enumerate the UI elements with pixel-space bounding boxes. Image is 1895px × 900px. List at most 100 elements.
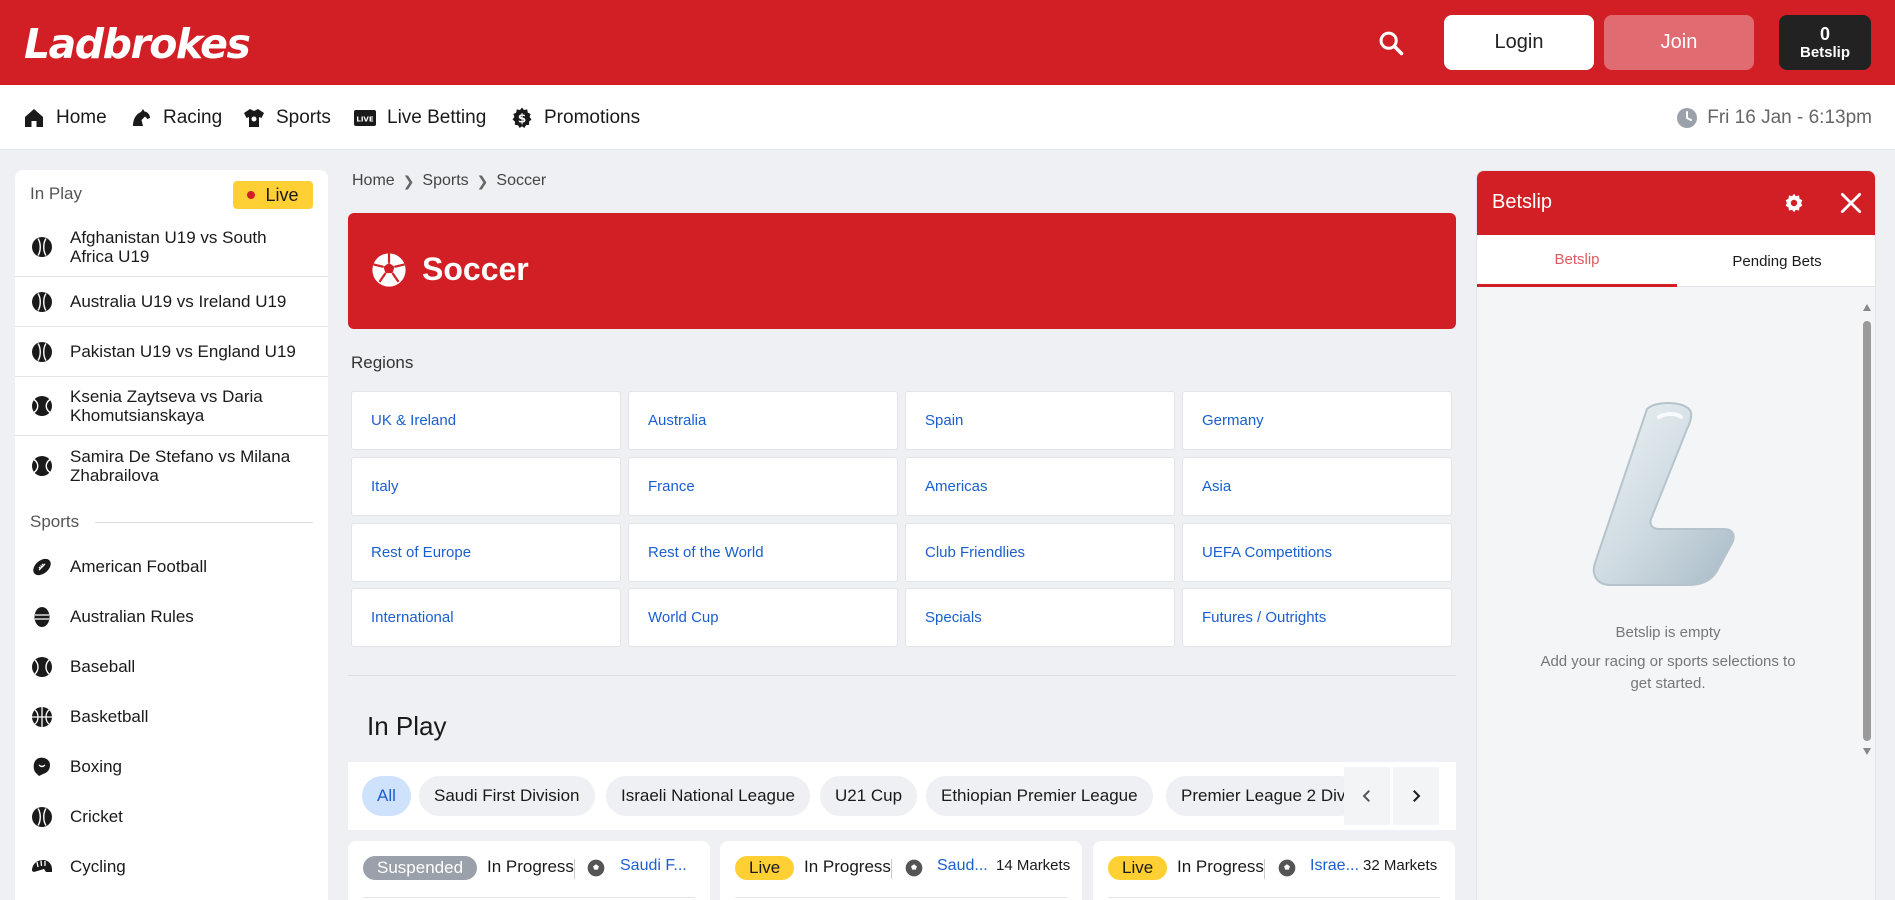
region-link[interactable]: UK & Ireland (351, 391, 621, 450)
sport-item[interactable]: Baseball (15, 642, 328, 692)
breadcrumb: Home ❯ Sports ❯ Soccer (352, 172, 546, 190)
live-tv-icon: LIVE (354, 109, 376, 126)
baseball-icon (32, 657, 52, 677)
region-link[interactable]: France (628, 457, 898, 516)
region-link[interactable]: Americas (905, 457, 1175, 516)
betslip-header: Betslip (1477, 171, 1875, 235)
nav-racing[interactable]: Racing (129, 85, 222, 150)
soccer-ball-icon (587, 859, 605, 877)
soccer-ball-icon (1278, 859, 1296, 877)
league-link[interactable]: Israe... (1310, 857, 1359, 875)
separator (891, 859, 892, 879)
match-card[interactable]: Live In Progress Israe... 32 Markets (1093, 841, 1455, 900)
region-link[interactable]: Italy (351, 457, 621, 516)
breadcrumb-soccer: Soccer (496, 172, 547, 189)
scroll-right-button[interactable] (1393, 767, 1439, 825)
inplay-event[interactable]: Afghanistan U19 vs South Africa U19 (15, 218, 328, 277)
league-chip[interactable]: Ethiopian Premier League (926, 776, 1153, 816)
cricket-ball-icon (32, 807, 52, 827)
league-chip[interactable]: Saudi First Division (419, 776, 595, 816)
boxing-glove-icon (33, 757, 50, 776)
gear-icon[interactable] (1783, 192, 1805, 214)
region-link[interactable]: International (351, 588, 621, 647)
region-link[interactable]: Germany (1182, 391, 1452, 450)
home-icon (25, 108, 43, 127)
search-icon[interactable] (1377, 29, 1405, 57)
league-link[interactable]: Saudi F... (620, 857, 687, 875)
card-divider (363, 897, 695, 898)
nav-live-betting-label: Live Betting (387, 106, 487, 128)
match-card[interactable]: Suspended In Progress Saudi F... (348, 841, 710, 900)
tennis-ball-icon (32, 455, 52, 476)
inplay-section-title: In Play (367, 711, 447, 741)
league-link[interactable]: Saud... (937, 857, 988, 875)
region-link[interactable]: Specials (905, 588, 1175, 647)
inplay-event[interactable]: Ksenia Zaytseva vs Daria Khomutsianskaya (15, 377, 328, 436)
tennis-ball-icon (32, 396, 52, 416)
betslip-scrollbar[interactable] (1861, 301, 1873, 771)
scroll-up-icon[interactable] (1862, 303, 1872, 313)
match-card[interactable]: Live In Progress Saud... 14 Markets (720, 841, 1082, 900)
chip-all[interactable]: All (362, 776, 411, 816)
nav-promotions-label: Promotions (544, 106, 641, 128)
region-link[interactable]: Futures / Outrights (1182, 588, 1452, 647)
sport-item[interactable]: Basketball (15, 692, 328, 742)
left-sidebar: In Play Live Afghanistan U19 vs South Af… (15, 170, 328, 900)
nav-sports-label: Sports (276, 106, 331, 128)
login-button[interactable]: Login (1444, 15, 1594, 70)
region-link[interactable]: Rest of the World (628, 523, 898, 582)
league-chip[interactable]: U21 Cup (820, 776, 918, 816)
breadcrumb-home[interactable]: Home (352, 172, 395, 190)
inplay-event[interactable]: Australia U19 vs Ireland U19 (15, 277, 328, 327)
live-badge-label: Live (265, 184, 299, 205)
live-badge[interactable]: Live (233, 181, 313, 209)
sport-item[interactable]: Boxing (15, 742, 328, 792)
cricket-ball-icon (32, 341, 52, 362)
page-title: Soccer (422, 251, 529, 287)
tab-betslip[interactable]: Betslip (1477, 235, 1677, 287)
datetime-text: Fri 16 Jan - 6:13pm (1707, 106, 1872, 128)
region-link[interactable]: Australia (628, 391, 898, 450)
region-link[interactable]: Spain (905, 391, 1175, 450)
nav-home-label: Home (56, 106, 107, 128)
soccer-ball-icon (372, 253, 406, 287)
betslip-count: 0 (1819, 23, 1830, 44)
region-link[interactable]: Asia (1182, 457, 1452, 516)
ladbrokes-l-logo-icon (1592, 402, 1735, 586)
scrollbar-thumb[interactable] (1863, 321, 1871, 741)
clock-icon (1677, 107, 1698, 128)
sport-item[interactable]: Australian Rules (15, 592, 328, 642)
sport-item[interactable]: Cycling (15, 842, 328, 892)
card-divider (1108, 897, 1440, 898)
sport-item[interactable]: Cricket (15, 792, 328, 842)
nav-live-betting[interactable]: LIVE Live Betting (353, 85, 486, 150)
scroll-left-button[interactable] (1344, 767, 1390, 825)
nav-sports[interactable]: Sports (242, 85, 331, 150)
sport-item[interactable]: American Football (15, 542, 328, 592)
betslip-button[interactable]: 0 Betslip (1779, 15, 1871, 70)
betslip-button-label: Betslip (1799, 43, 1850, 61)
tab-pending-bets[interactable]: Pending Bets (1677, 235, 1875, 287)
ladbrokes-logo[interactable]: Ladbrokes (24, 20, 251, 68)
basketball-icon (32, 707, 52, 727)
region-link[interactable]: UEFA Competitions (1182, 523, 1452, 582)
inplay-event-name: Ksenia Zaytseva vs Daria Khomutsianskaya (70, 387, 263, 425)
sport-name: Cycling (70, 857, 126, 876)
league-chip[interactable]: Premier League 2 Div (1166, 776, 1361, 816)
chevron-right-icon (1413, 790, 1421, 802)
breadcrumb-sports[interactable]: Sports (422, 172, 468, 190)
region-link[interactable]: Rest of Europe (351, 523, 621, 582)
nav-promotions[interactable]: $ Promotions (510, 85, 640, 150)
inplay-event[interactable]: Samira De Stefano vs Milana Zhabrailova (15, 436, 328, 495)
dollar-gear-icon: $ (512, 107, 532, 128)
soccer-ball-icon (905, 859, 923, 877)
region-link[interactable]: Club Friendlies (905, 523, 1175, 582)
close-icon[interactable] (1838, 190, 1864, 216)
scroll-down-icon[interactable] (1862, 746, 1872, 756)
join-button[interactable]: Join (1604, 15, 1754, 70)
inplay-event[interactable]: Pakistan U19 vs England U19 (15, 327, 328, 377)
region-link[interactable]: World Cup (628, 588, 898, 647)
cricket-ball-icon (32, 237, 52, 257)
nav-home[interactable]: Home (22, 85, 107, 150)
league-chip[interactable]: Israeli National League (606, 776, 810, 816)
